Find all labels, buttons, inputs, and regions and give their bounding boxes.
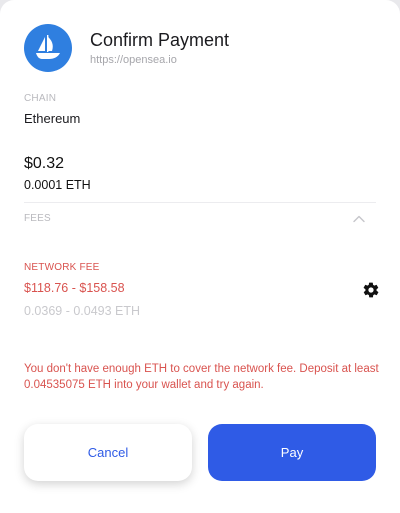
header: Confirm Payment https://opensea.io	[24, 24, 229, 72]
chevron-up-icon[interactable]	[352, 212, 366, 226]
gear-icon[interactable]	[362, 281, 380, 299]
divider	[24, 202, 376, 203]
pay-button[interactable]: Pay	[208, 424, 376, 481]
fees-label: FEES	[24, 213, 51, 224]
confirm-payment-sheet: Confirm Payment https://opensea.io CHAIN…	[0, 0, 400, 513]
amount-eth: 0.0001 ETH	[24, 178, 91, 192]
page-title: Confirm Payment	[90, 30, 230, 50]
title-block: Confirm Payment https://opensea.io	[90, 30, 229, 66]
insufficient-funds-error: You don't have enough ETH to cover the n…	[24, 363, 379, 391]
chain-value: Ethereum	[24, 111, 81, 126]
sailboat-icon	[36, 35, 60, 59]
cancel-button[interactable]: Cancel	[24, 424, 192, 481]
opensea-logo-icon	[24, 24, 72, 72]
origin-url: https://opensea.io	[90, 54, 177, 66]
chain-label: CHAIN	[24, 93, 57, 104]
network-fee-usd: $118.76 - $158.58	[24, 281, 125, 295]
network-fee-label: NETWORK FEE	[24, 262, 100, 273]
amount-usd: $0.32	[24, 155, 65, 172]
network-fee-eth: 0.0369 - 0.0493 ETH	[24, 304, 141, 318]
